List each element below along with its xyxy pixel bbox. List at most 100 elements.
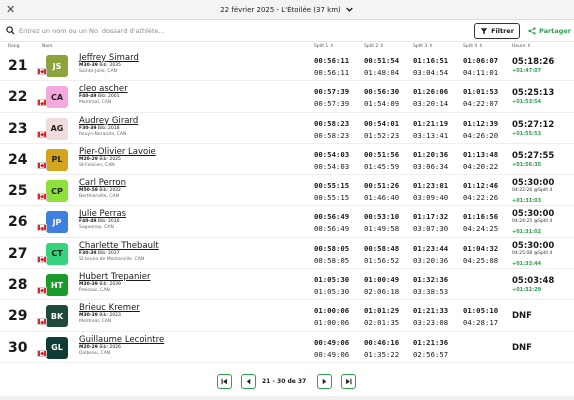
split-cumulative-time: 03:07:30: [413, 224, 449, 234]
split-segment-time: 01:01:29: [364, 306, 400, 316]
split-segment-time: 00:51:54: [364, 56, 400, 65]
athlete-name-link[interactable]: Charlette Thebault: [79, 241, 159, 251]
search-input[interactable]: [19, 26, 339, 35]
athlete-name-link[interactable]: Guillaume Lecointre: [79, 335, 164, 345]
avatar: JP: [46, 211, 68, 234]
split-segment-time: 00:57:39: [314, 87, 350, 97]
finish-gap: +01:56:35: [512, 161, 542, 168]
split-cumulative-time: 01:05:30: [314, 287, 350, 297]
avatar: BK: [46, 305, 68, 328]
athlete-name-link[interactable]: cleo ascher: [79, 84, 128, 94]
athlete-category: F30-39 Bib: 2018: [79, 126, 120, 131]
split-segment-time: 01:13:48: [463, 149, 499, 159]
split2-column-header[interactable]: Split 2 ⇕: [364, 44, 383, 49]
search-icon: [6, 26, 15, 35]
finish-gap: +01:53:54: [512, 99, 542, 106]
avatar: CP: [46, 180, 68, 203]
athlete-city: St-Felicien, CAN: [79, 162, 115, 168]
split3-column-header[interactable]: Split 3 ⇕: [413, 44, 432, 49]
bib-number: Bib: 2037: [97, 250, 120, 256]
split-cumulative-time: 02:01:35: [364, 318, 400, 328]
previous-page-icon: [246, 378, 251, 385]
finish-gap: +01:47:07: [512, 68, 542, 74]
filter-button[interactable]: Filtrer: [474, 23, 520, 39]
split-segment-time: 00:56:49: [314, 212, 350, 222]
share-button[interactable]: Partager: [528, 24, 571, 38]
first-page-button[interactable]: [217, 374, 232, 389]
athlete-category: M20-29 Bib: 2026: [79, 345, 121, 350]
athlete-name-link[interactable]: Audrey Girard: [79, 116, 138, 126]
rank-column-header[interactable]: Rang: [8, 44, 20, 49]
table-row[interactable]: 30 GL Guillaume Lecointre M20-29 Bib: 2026 D…: [0, 332, 574, 363]
finish-gap: +01:31:03: [512, 198, 542, 205]
category: M30-39: [79, 282, 98, 288]
split-segment-time: 00:54:03: [314, 149, 350, 159]
table-row[interactable]: 25 CP Carl Perron M50-59 Bib: 2032 Berthierv…: [0, 175, 574, 207]
split1-column-header[interactable]: Split 1 ⇕: [314, 44, 333, 49]
athlete-name-link[interactable]: Hubert Trepanier: [79, 272, 151, 282]
split-cumulative-time: 00:54:03: [314, 161, 350, 171]
race-selector[interactable]: 22 février 2025 - L'Étoilée (37 km): [220, 5, 354, 14]
athlete-name-link[interactable]: Pier-Olivier Lavoie: [79, 147, 156, 157]
avatar: JS: [46, 55, 68, 77]
split-segment-time: 00:51:56: [364, 149, 400, 159]
next-page-icon: [322, 378, 327, 385]
category: F40-49: [79, 219, 97, 225]
split-cumulative-time: 04:28:17: [463, 318, 499, 328]
finish-gap: +01:32:29: [512, 287, 542, 294]
bib-number: Bib: 2035: [99, 63, 121, 68]
rank: 23: [8, 120, 28, 137]
split-segment-time: 01:26:06: [413, 87, 449, 97]
split-cumulative-time: 03:38:53: [413, 287, 449, 297]
category: M50-59: [79, 188, 98, 194]
rank: 29: [8, 308, 28, 325]
table-row[interactable]: 22 CA cleo ascher F40-49 Bib: 2001 Montreal,…: [0, 81, 574, 113]
athlete-name-link[interactable]: Brieuc Kremer: [79, 303, 140, 313]
table-row[interactable]: 29 BK Brieuc Kremer M30-39 Bib: 2023 Montrea…: [0, 300, 574, 332]
previous-page-button[interactable]: [241, 374, 256, 389]
split-segment-time: 00:56:30: [364, 87, 400, 97]
canada-flag-icon: [37, 161, 47, 169]
split4-column-header[interactable]: Split 4 ⇕: [463, 44, 482, 49]
split-cumulative-time: 00:58:05: [314, 255, 350, 265]
name-column-header[interactable]: Nom: [42, 44, 53, 49]
split-cumulative-time: 00:56:11: [314, 68, 350, 77]
table-row[interactable]: 24 PL Pier-Olivier Lavoie M20-29 Bib: 2025 S…: [0, 144, 574, 176]
first-page-icon: [221, 378, 227, 385]
avatar: PL: [46, 148, 68, 171]
next-page-button[interactable]: [317, 374, 332, 389]
athlete-name-link[interactable]: Jeffrey Simard: [79, 53, 139, 63]
split-segment-time: 01:06:07: [463, 56, 499, 65]
athlete-category: M30-39 Bib: 2023: [79, 313, 121, 318]
bib-number: Bib: 2025: [99, 156, 121, 162]
athlete-city: Berthierville, CAN: [79, 194, 119, 200]
athlete-name-link[interactable]: Carl Perron: [79, 178, 126, 188]
finish-column-header[interactable]: Heure ⇕: [512, 44, 531, 49]
split-segment-time: 01:23:01: [413, 181, 449, 191]
split-segment-time: 00:49:06: [314, 337, 350, 347]
split-segment-time: 01:21:36: [413, 337, 449, 347]
split-segment-time: 01:23:44: [413, 243, 449, 253]
split-segment-time: 01:21:33: [413, 306, 449, 316]
rank: 26: [8, 214, 28, 231]
close-icon[interactable]: ✕: [6, 3, 15, 16]
finish-time: DNF: [512, 311, 532, 322]
split-segment-time: 01:21:19: [413, 118, 449, 128]
bib-number: Bib: 2001: [97, 94, 120, 100]
table-row[interactable]: 21 JS Jeffrey Simard M30-39 Bib: 2035 Sainte…: [0, 50, 574, 82]
canada-flag-icon: [37, 68, 47, 75]
athlete-category: F30-39 Bib: 2037: [79, 251, 120, 256]
athlete-name-link[interactable]: Julie Perras: [79, 209, 126, 219]
table-row[interactable]: 28 HT Hubert Trepanier M30-39 Bib: 2039 Prei…: [0, 269, 574, 301]
split-segment-time: 01:00:06: [314, 306, 350, 316]
category: F30-39: [79, 125, 97, 131]
table-row[interactable]: 26 JP Julie Perras F40-49 Bib: 2030 Saguenay…: [0, 206, 574, 238]
results-table: 21 JS Jeffrey Simard M30-39 Bib: 2035 Sainte…: [0, 50, 574, 363]
split-cumulative-time: 00:57:39: [314, 99, 350, 109]
table-row[interactable]: 23 AG Audrey Girard F30-39 Bib: 2018 Rouyn-N…: [0, 113, 574, 144]
table-row[interactable]: 27 CT Charlette Thebault F30-39 Bib: 2037 St…: [0, 238, 574, 270]
last-page-button[interactable]: [341, 374, 356, 389]
split-cumulative-time: 01:48:04: [364, 68, 400, 77]
finish-gap: +01:33:44: [512, 260, 542, 267]
avatar-initials: PL: [51, 155, 63, 165]
